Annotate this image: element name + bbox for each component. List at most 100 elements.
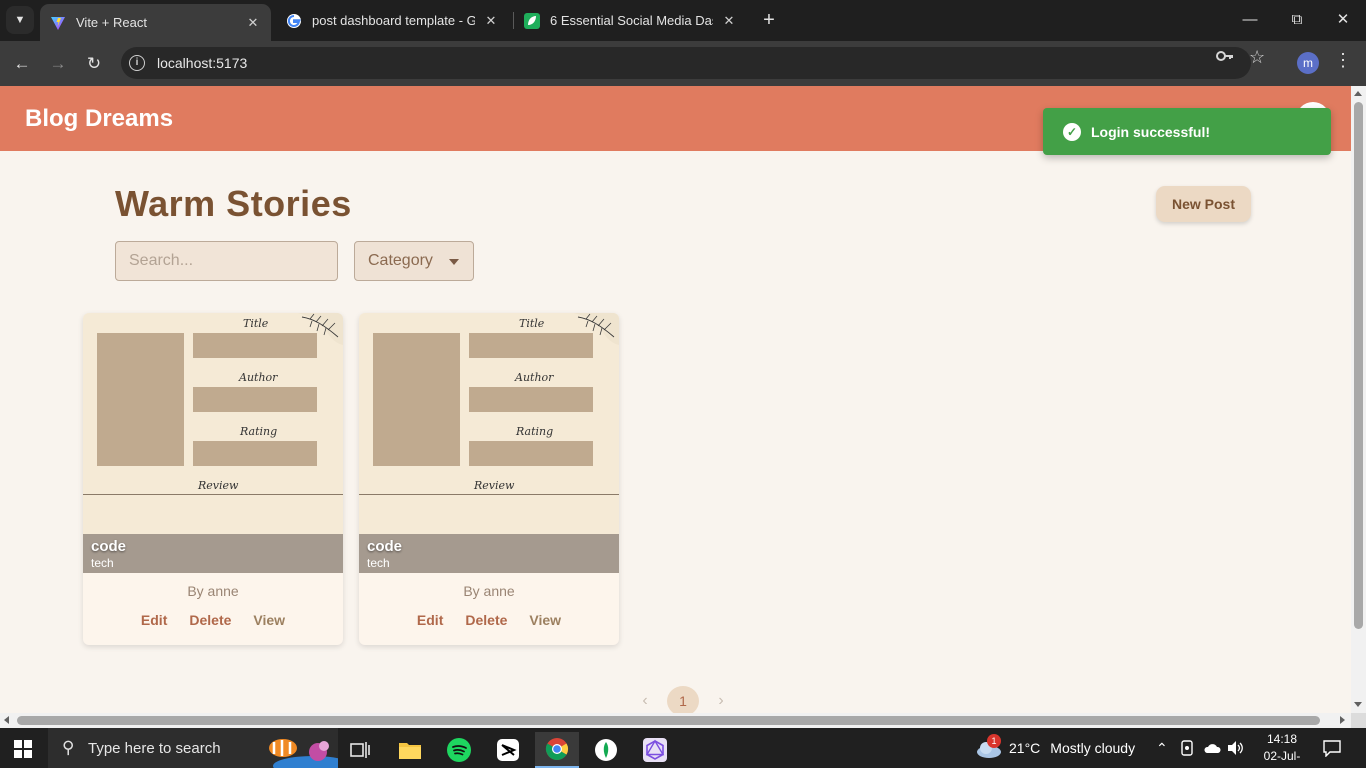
post-card[interactable]: Title Author Rating Review code tech By … [359, 313, 619, 645]
chevron-up-icon[interactable]: ⌃ [1156, 728, 1168, 768]
taskbar: ⚲ Type here to search 1 21°C Mostly clou… [0, 728, 1366, 768]
meet-now-icon[interactable] [1180, 728, 1196, 768]
chevron-left-icon[interactable]: ‹ [637, 692, 653, 710]
leaf-icon [524, 12, 540, 29]
toast-notification[interactable]: ✓ Login successful! [1043, 108, 1331, 155]
profile-avatar[interactable]: m [1297, 52, 1319, 74]
post-card[interactable]: Title Author Rating Review code tech By … [83, 313, 343, 645]
tab-title: post dashboard template - Goo [312, 13, 475, 28]
new-post-button[interactable]: New Post [1156, 186, 1251, 222]
edit-button[interactable]: Edit [141, 612, 167, 628]
divider [83, 494, 343, 495]
cover-photo-placeholder [373, 333, 460, 466]
leaf-branch-icon [298, 313, 343, 345]
browser-menu-icon[interactable]: ⋮ [1334, 50, 1352, 71]
check-circle-icon: ✓ [1063, 122, 1081, 141]
card-actions: Edit Delete View [83, 612, 343, 628]
back-button[interactable]: ← [9, 51, 35, 77]
capcut-icon[interactable] [486, 732, 530, 768]
spotify-icon[interactable] [437, 732, 481, 768]
mongodb-compass-icon[interactable] [584, 732, 628, 768]
windows-start-icon[interactable] [14, 740, 32, 758]
scrollbar-corner [1351, 713, 1366, 728]
template-review-label: Review [474, 479, 515, 492]
graphql-icon[interactable] [633, 732, 677, 768]
chevron-right-icon[interactable]: › [713, 692, 729, 710]
tab-social-dashboard[interactable]: 6 Essential Social Media Dashbo ✕ [514, 4, 747, 37]
forward-button[interactable]: → [45, 51, 71, 77]
restore-button[interactable]: ⧉ [1285, 8, 1309, 32]
minimize-button[interactable]: — [1238, 8, 1262, 32]
post-category: tech [367, 556, 390, 570]
tab-google[interactable]: post dashboard template - Goo ✕ [276, 4, 509, 37]
vite-icon [51, 16, 65, 30]
weather-temp: 21°C [1009, 740, 1041, 756]
leaf-branch-icon [574, 313, 619, 345]
template-author-label: Author [515, 371, 554, 384]
template-box [193, 441, 317, 466]
brand-logo[interactable]: Blog Dreams [25, 105, 173, 133]
template-rating-label: Rating [240, 425, 278, 438]
weather-condition: Mostly cloudy [1050, 740, 1136, 756]
page-title: Warm Stories [115, 183, 352, 224]
template-rating-label: Rating [516, 425, 554, 438]
scroll-right-arrow[interactable] [1340, 716, 1345, 724]
reload-button[interactable]: ↻ [81, 51, 107, 77]
task-view-icon[interactable] [338, 732, 382, 768]
scroll-up-arrow[interactable] [1354, 91, 1362, 96]
view-button[interactable]: View [529, 612, 561, 628]
password-key-icon[interactable] [1215, 48, 1235, 68]
onedrive-cloud-icon[interactable] [1203, 728, 1221, 768]
template-box [193, 387, 317, 412]
search-icon: ⚲ [62, 738, 75, 757]
new-tab-button[interactable]: + [758, 9, 780, 31]
page-number-button[interactable]: 1 [667, 686, 699, 713]
post-cover-image[interactable]: Title Author Rating Review code tech [83, 313, 343, 573]
edit-button[interactable]: Edit [417, 612, 443, 628]
delete-button[interactable]: Delete [189, 612, 231, 628]
horizontal-scrollbar[interactable] [0, 713, 1351, 728]
clock-time: 14:18 [1266, 732, 1298, 746]
post-category: tech [91, 556, 114, 570]
window-close-button[interactable]: ✕ [1331, 8, 1355, 32]
scroll-left-arrow[interactable] [4, 716, 9, 724]
notification-icon[interactable] [1323, 728, 1341, 768]
search-highlight-illustration [269, 739, 338, 768]
browser-toolbar: ← → ↻ i localhost:5173 ☆ m ⋮ [0, 41, 1366, 86]
close-icon[interactable]: ✕ [721, 13, 737, 29]
system-clock[interactable]: 14:18 02-Jul-25 [1257, 731, 1307, 768]
tab-title: 6 Essential Social Media Dashbo [550, 13, 713, 28]
post-title: code [91, 538, 127, 555]
scroll-thumb[interactable] [17, 716, 1320, 725]
browser-tabstrip: ▼ Vite + React ✕ post dashboard template… [0, 0, 1366, 41]
taskbar-search-box[interactable]: ⚲ Type here to search [48, 728, 338, 768]
vertical-scrollbar[interactable] [1351, 86, 1366, 713]
page-viewport: Blog Dreams ✓ Login successful! Warm Sto… [0, 86, 1351, 713]
scroll-down-arrow[interactable] [1354, 702, 1362, 707]
template-box [469, 387, 593, 412]
address-bar[interactable]: i localhost:5173 [121, 47, 1251, 79]
delete-button[interactable]: Delete [465, 612, 507, 628]
toast-message: Login successful! [1091, 123, 1211, 140]
post-cover-image[interactable]: Title Author Rating Review code tech [359, 313, 619, 573]
divider [359, 494, 619, 495]
tab-search-button[interactable]: ▼ [6, 6, 34, 34]
site-info-icon[interactable]: i [129, 55, 145, 71]
chevron-down-icon [449, 259, 459, 265]
view-button[interactable]: View [253, 612, 285, 628]
volume-icon[interactable] [1227, 728, 1245, 768]
close-icon[interactable]: ✕ [483, 13, 499, 29]
taskbar-search-placeholder: Type here to search [88, 739, 221, 757]
scroll-thumb[interactable] [1354, 102, 1363, 629]
file-explorer-icon[interactable] [388, 732, 432, 768]
tab-vite-react[interactable]: Vite + React ✕ [40, 4, 271, 41]
bookmark-star-icon[interactable]: ☆ [1249, 47, 1265, 68]
category-select[interactable]: Category [354, 241, 474, 281]
url-text: localhost:5173 [157, 55, 248, 71]
template-box [469, 441, 593, 466]
card-caption: code tech [359, 534, 619, 573]
search-input[interactable] [115, 241, 338, 281]
close-icon[interactable]: ✕ [245, 15, 261, 31]
weather-widget[interactable]: 1 21°C Mostly cloudy [975, 728, 1135, 768]
chrome-icon[interactable] [535, 732, 579, 768]
